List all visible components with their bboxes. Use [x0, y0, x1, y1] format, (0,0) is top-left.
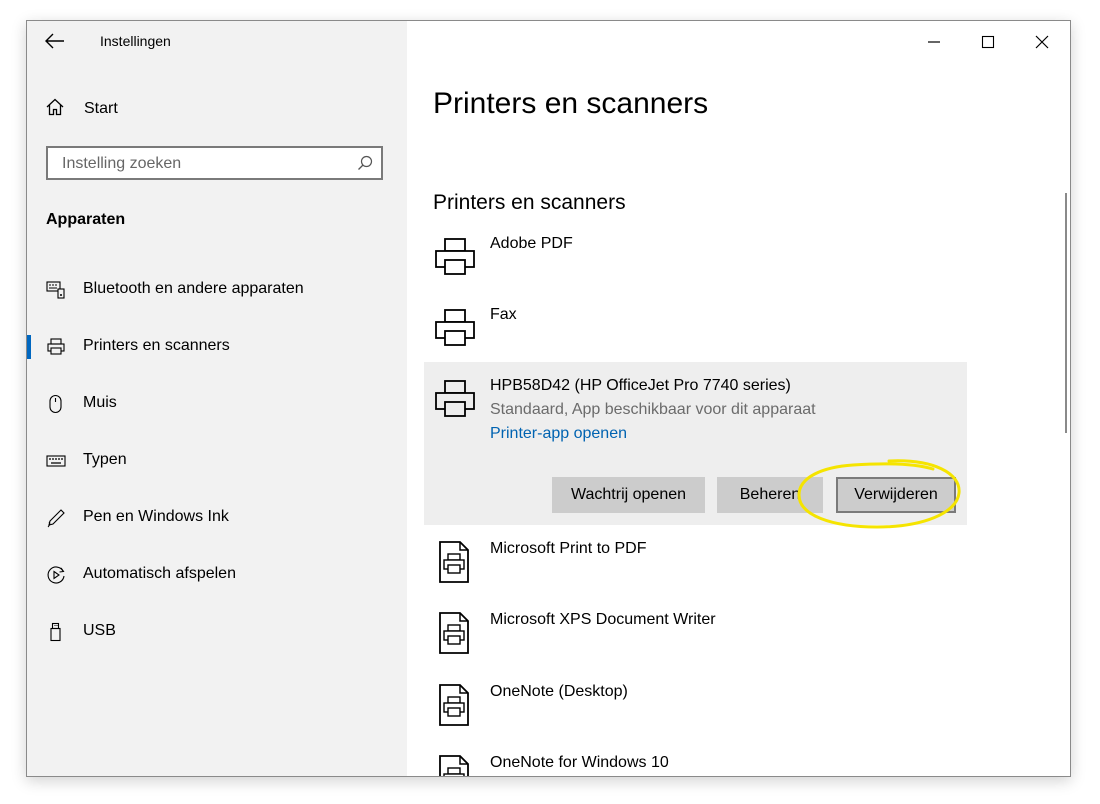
- printer-name: Microsoft XPS Document Writer: [490, 611, 716, 628]
- printer-name: OneNote (Desktop): [490, 683, 628, 700]
- sidebar-section-title: Apparaten: [46, 211, 126, 228]
- document-printer-icon: [434, 540, 476, 584]
- sidebar-item-pen[interactable]: Pen en Windows Ink: [27, 498, 407, 538]
- document-printer-icon: [434, 683, 476, 727]
- sidebar: Instellingen Start Apparaten Bluetooth e…: [27, 21, 407, 776]
- sidebar-item-label: Muis: [83, 394, 117, 411]
- printer-item-fax[interactable]: Fax: [424, 306, 967, 366]
- autoplay-icon: [46, 565, 66, 585]
- sidebar-item-label: Typen: [83, 451, 127, 468]
- manage-button[interactable]: Beheren: [717, 477, 823, 513]
- printer-item-adobe-pdf[interactable]: Adobe PDF: [424, 235, 967, 295]
- printer-name: HPB58D42 (HP OfficeJet Pro 7740 series): [490, 377, 791, 394]
- mouse-icon: [46, 394, 66, 414]
- remove-button[interactable]: Verwijderen: [836, 477, 956, 513]
- printer-item-onenote-desktop[interactable]: OneNote (Desktop): [424, 683, 967, 743]
- sidebar-item-bluetooth[interactable]: Bluetooth en andere apparaten: [27, 270, 407, 310]
- scrollbar[interactable]: [1065, 193, 1067, 433]
- search-icon[interactable]: [357, 155, 373, 176]
- page-title: Printers en scanners: [433, 87, 709, 120]
- printer-status: Standaard, App beschikbaar voor dit appa…: [490, 401, 816, 418]
- back-arrow-icon[interactable]: [43, 30, 67, 52]
- printer-item-hp-officejet[interactable]: HPB58D42 (HP OfficeJet Pro 7740 series) …: [424, 362, 967, 525]
- main-content: Printers en scanners Printers en scanner…: [407, 21, 1070, 776]
- bluetooth-devices-icon: [46, 280, 66, 300]
- sidebar-item-label: Pen en Windows Ink: [83, 508, 229, 525]
- home-icon: [45, 97, 65, 122]
- usb-icon: [46, 622, 66, 642]
- close-icon[interactable]: [1030, 31, 1054, 53]
- sidebar-item-label: Printers en scanners: [83, 337, 230, 354]
- search-box[interactable]: [46, 146, 383, 180]
- document-printer-icon: [434, 754, 476, 776]
- sidebar-item-typing[interactable]: Typen: [27, 441, 407, 481]
- minimize-icon[interactable]: [922, 31, 946, 53]
- settings-window: Instellingen Start Apparaten Bluetooth e…: [26, 20, 1071, 777]
- open-queue-button[interactable]: Wachtrij openen: [552, 477, 705, 513]
- printer-icon: [434, 306, 476, 350]
- printer-item-microsoft-print-to-pdf[interactable]: Microsoft Print to PDF: [424, 540, 967, 600]
- printer-icon: [46, 337, 66, 357]
- printer-icon: [434, 235, 476, 279]
- sidebar-item-label: Bluetooth en andere apparaten: [83, 280, 304, 297]
- printer-name: Adobe PDF: [490, 235, 573, 252]
- home-button[interactable]: Start: [45, 97, 118, 121]
- sidebar-item-label: USB: [83, 622, 116, 639]
- selected-indicator: [27, 335, 31, 359]
- sidebar-item-mouse[interactable]: Muis: [27, 384, 407, 424]
- app-title: Instellingen: [100, 33, 171, 49]
- printer-item-onenote-windows10[interactable]: OneNote for Windows 10: [424, 754, 967, 776]
- printer-name: Microsoft Print to PDF: [490, 540, 647, 557]
- document-printer-icon: [434, 611, 476, 655]
- sidebar-item-label: Automatisch afspelen: [83, 565, 236, 582]
- printer-icon: [434, 377, 476, 421]
- printer-item-microsoft-xps[interactable]: Microsoft XPS Document Writer: [424, 611, 967, 671]
- printer-name: Fax: [490, 306, 517, 323]
- section-title: Printers en scanners: [433, 191, 626, 214]
- home-label: Start: [84, 100, 118, 117]
- sidebar-item-autoplay[interactable]: Automatisch afspelen: [27, 555, 407, 595]
- sidebar-item-printers[interactable]: Printers en scanners: [27, 327, 407, 367]
- search-input[interactable]: [60, 148, 344, 180]
- maximize-icon[interactable]: [976, 31, 1000, 53]
- sidebar-item-usb[interactable]: USB: [27, 612, 407, 652]
- keyboard-icon: [46, 451, 66, 471]
- pen-icon: [46, 508, 66, 528]
- printer-app-link[interactable]: Printer-app openen: [490, 425, 627, 443]
- printer-name: OneNote for Windows 10: [490, 754, 669, 771]
